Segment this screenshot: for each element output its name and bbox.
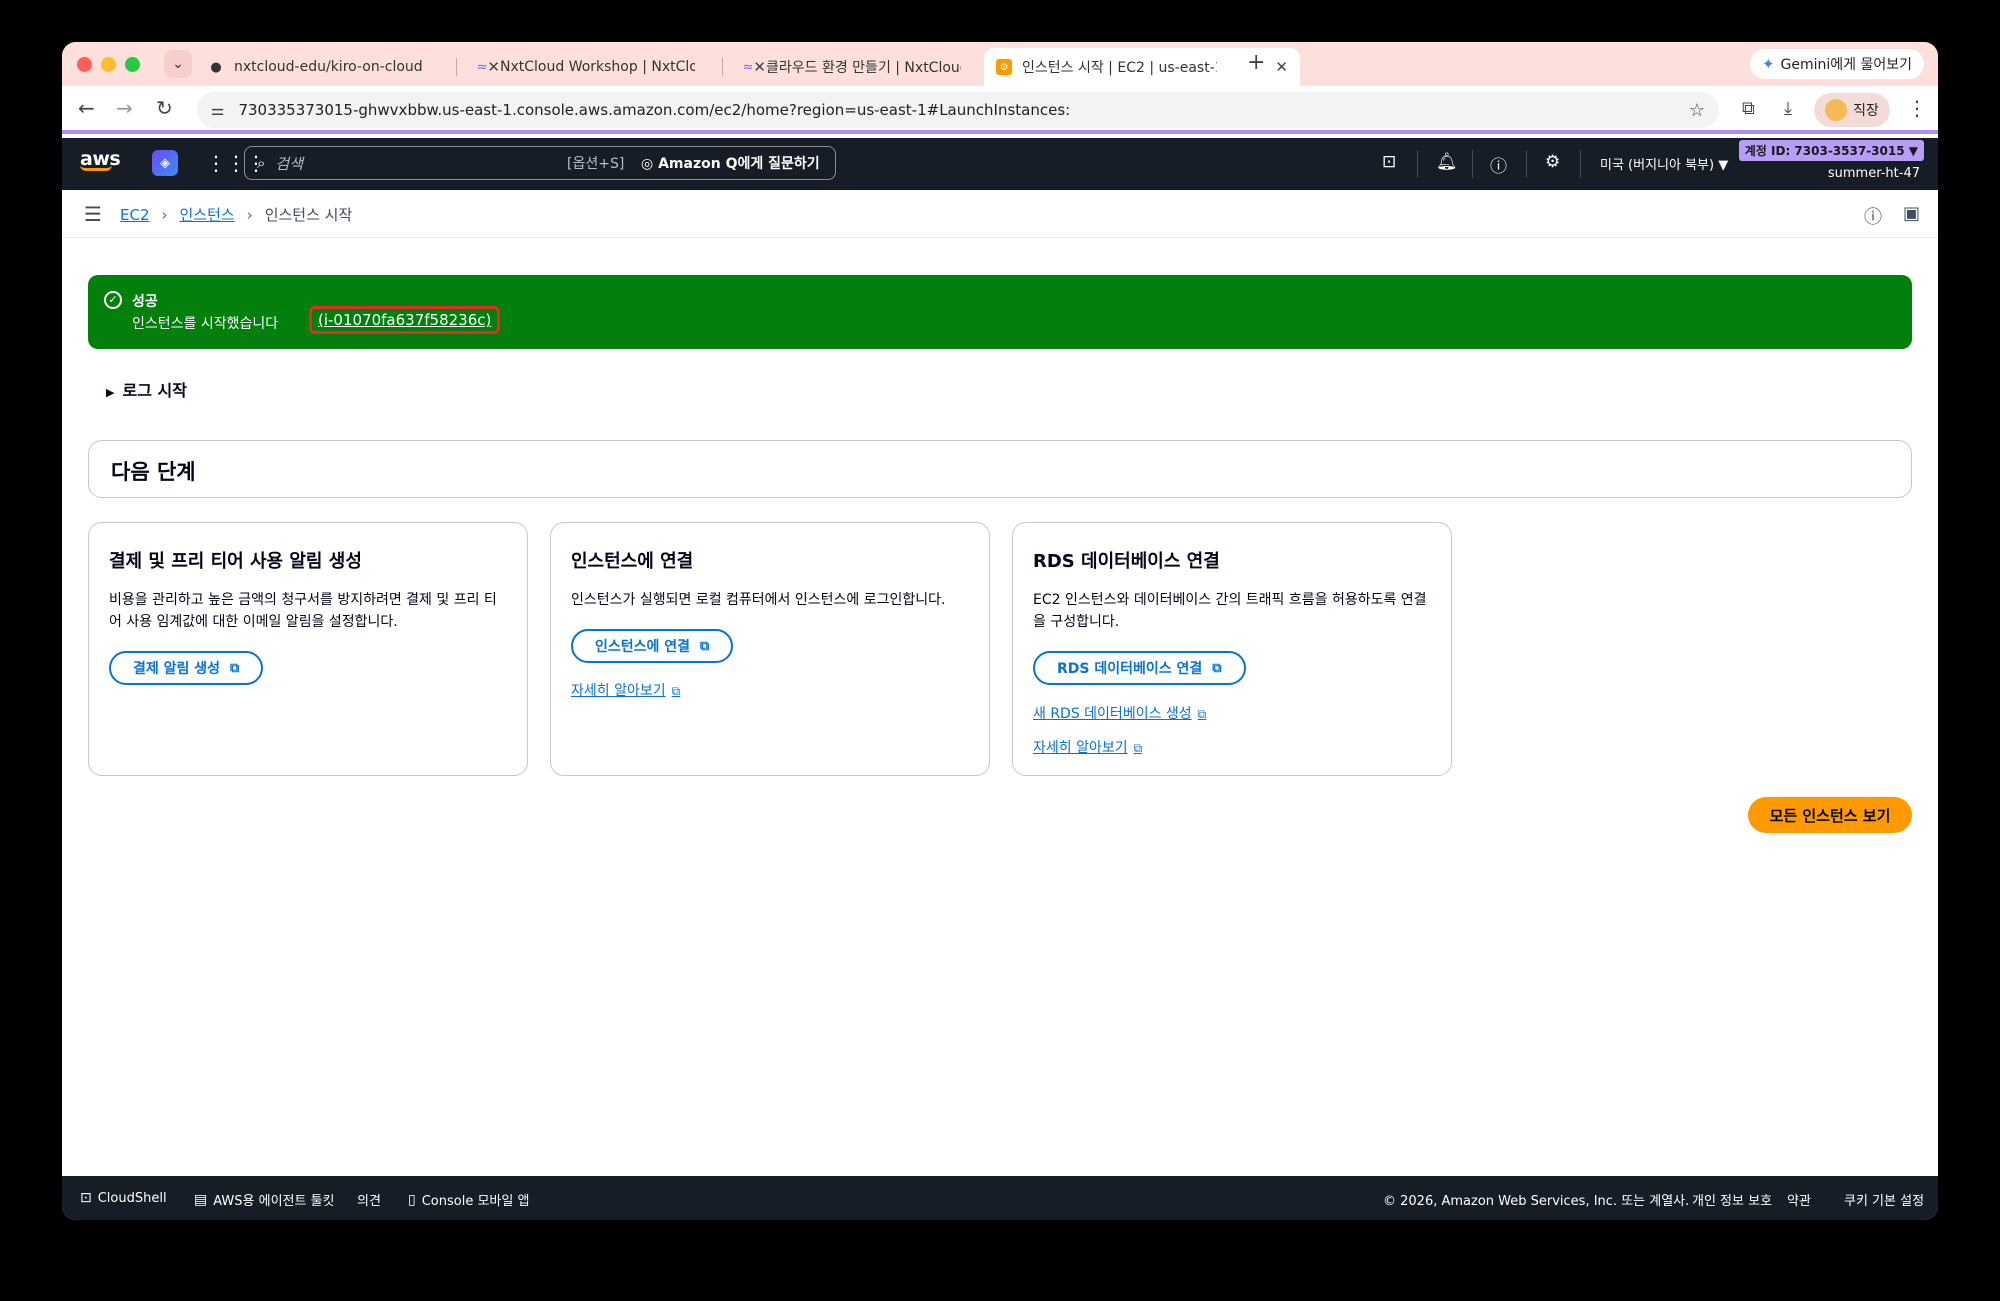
amazon-q-icon[interactable]: ◈ [152,150,178,176]
search-input[interactable]: ⌕ 검색 [옵션+S] ◎ Amazon Q에게 질문하기 [244,146,836,180]
site-info-icon[interactable]: ⚌ [211,101,224,119]
aws-top-nav: aws ◈ ⋮⋮⋮ ⌕ 검색 [옵션+S] ◎ Amazon Q에게 질문하기 … [62,138,1938,190]
breadcrumb-instances[interactable]: 인스턴스 [180,204,235,225]
account-menu[interactable]: 계정 ID: 7303-3537-3015 ▼ [1738,140,1924,161]
url-input[interactable]: ⚌ 730335373015-ghwvxbbw.us-east-1.consol… [197,92,1719,128]
breadcrumb: EC2 › 인스턴스 › 인스턴스 시작 [120,204,352,225]
close-tab-icon[interactable]: ✕ [1275,58,1288,76]
more-menu-icon[interactable]: ⋮ [1907,96,1927,120]
caret-right-icon: ▶ [106,386,115,399]
log-toggle[interactable]: ▶ 로그 시작 [106,377,187,401]
billing-alert-card: 결제 및 프리 티어 사용 알림 생성 비용을 관리하고 높은 금액의 청구서를… [88,522,528,776]
profile-button[interactable]: 직장 [1814,93,1890,127]
footer-terms[interactable]: 약관 [1787,1190,1811,1209]
connect-instance-button[interactable]: 인스턴스에 연결 ⧉ [571,629,734,663]
help-icon[interactable]: ⓘ [1490,152,1507,177]
breadcrumb-bar: ☰ EC2 › 인스턴스 › 인스턴스 시작 ⓘ ▣ [62,190,1938,238]
breadcrumb-current: 인스턴스 시작 [264,206,353,224]
extensions-icon[interactable]: ⧉ [1742,98,1755,119]
view-all-instances-button[interactable]: 모든 인스턴스 보기 [1748,797,1912,833]
check-circle-icon: ✓ [104,291,122,309]
gemini-button[interactable]: ✦ Gemini에게 물어보기 [1749,49,1924,79]
forward-icon[interactable]: → [116,96,133,120]
ask-q-button[interactable]: ◎ Amazon Q에게 질문하기 [641,153,820,173]
bell-icon[interactable]: 🔔︎ [1436,152,1458,172]
footer-copyright: © 2026, Amazon Web Services, Inc. 또는 계열사… [1383,1194,1690,1209]
external-link-icon: ⧉ [700,638,710,654]
external-link-icon: ⧉ [1197,707,1207,721]
aws-icon: ⚙ [996,59,1012,75]
external-link-icon: ⧉ [230,660,240,676]
chevron-right-icon: › [246,205,253,224]
gemini-icon: ✦ [1761,55,1775,73]
external-link-icon: ⧉ [1133,741,1143,755]
next-steps-header: 다음 단계 [88,440,1912,498]
footer-cloudshell[interactable]: ⊡ CloudShell [80,1190,167,1206]
flash-title: 성공 [132,294,158,310]
reload-icon[interactable]: ↻ [156,96,173,120]
region-selector[interactable]: 미국 (버지니아 북부) ▼ [1600,154,1728,173]
footer-feedback[interactable]: 의견 [357,1190,381,1209]
footer-cookies[interactable]: 쿠키 기본 설정 [1844,1190,1924,1209]
external-link-icon: ⧉ [1212,660,1222,676]
minimize-window-button[interactable] [101,57,116,72]
create-rds-link[interactable]: 새 RDS 데이터베이스 생성 ⧉ [1033,703,1206,723]
close-window-button[interactable] [77,57,92,72]
address-bar: ← → ↻ ⚌ 730335373015-ghwvxbbw.us-east-1.… [62,86,1938,134]
learn-more-link[interactable]: 자세히 알아보기 ⧉ [571,680,680,700]
download-icon[interactable]: ⤓ [1784,98,1792,119]
nxtcloud-icon: ≈ [476,59,488,75]
cloudshell-icon: ⊡ [80,1190,92,1206]
search-icon: ⌕ [257,154,266,172]
nxtcloud-icon: ≈ [742,59,754,75]
info-icon[interactable]: ⓘ [1864,203,1882,229]
menu-icon[interactable]: ☰ [84,202,102,226]
aws-logo[interactable]: aws [80,148,121,171]
instance-id-link[interactable]: (i-01070fa637f58236c) [309,306,501,334]
flash-message: 인스턴스를 시작했습니다 [132,316,279,332]
footer-mobile-app[interactable]: ▯ Console 모바일 앱 [408,1190,529,1210]
connect-instance-card: 인스턴스에 연결 인스턴스가 실행되면 로컬 컴퓨터에서 인스턴스에 로그인합니… [550,522,990,776]
mobile-icon: ▯ [408,1191,416,1208]
rds-connect-card: RDS 데이터베이스 연결 EC2 인스턴스와 데이터베이스 간의 트래픽 흐름… [1012,522,1452,776]
browser-window: ⌄ ● nxtcloud-edu/kiro-on-cloud ✕ ≈ NxtCl… [62,42,1938,1220]
create-billing-alert-button[interactable]: 결제 알림 생성 ⧉ [109,651,264,685]
github-icon: ● [210,59,222,75]
toolkit-icon: ▤ [194,1191,208,1208]
breadcrumb-ec2[interactable]: EC2 [120,206,150,224]
tab-search-button[interactable]: ⌄ [164,50,192,78]
back-icon[interactable]: ← [78,96,95,120]
user-name[interactable]: summer-ht-47 [1828,166,1920,181]
connect-rds-button[interactable]: RDS 데이터베이스 연결 ⧉ [1033,651,1246,685]
new-tab-button[interactable]: + [1247,50,1265,75]
success-flash: ✓ 성공 인스턴스를 시작했습니다 (i-01070fa637f58236c) [88,275,1912,349]
gear-icon[interactable]: ⚙ [1545,152,1560,172]
footer-privacy[interactable]: 개인 정보 보호 [1692,1190,1772,1209]
tab-bar: ⌄ ● nxtcloud-edu/kiro-on-cloud ✕ ≈ NxtCl… [62,42,1938,86]
cloudshell-icon[interactable]: ⊡ [1382,152,1396,172]
panel-icon[interactable]: ▣ [1903,203,1920,224]
plus-icon: + [1247,50,1266,75]
avatar [1825,99,1848,121]
chevron-right-icon: › [161,205,168,224]
external-link-icon: ⧉ [671,684,681,698]
maximize-window-button[interactable] [125,57,140,72]
bookmark-star-icon[interactable]: ☆ [1689,100,1705,121]
footer: ⊡ CloudShell ▤ AWS용 에이전트 툴킷 의견 ▯ Console 모바… [62,1176,1938,1220]
footer-agent-toolkit[interactable]: ▤ AWS용 에이전트 툴킷 [194,1190,335,1210]
chevron-down-icon: ⌄ [172,56,184,72]
learn-more-link[interactable]: 자세히 알아보기 ⧉ [1033,737,1142,757]
